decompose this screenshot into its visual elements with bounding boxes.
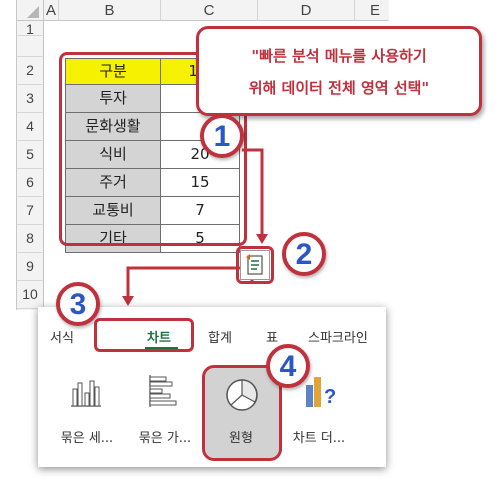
- tab-sparklines[interactable]: 스파크라인: [308, 327, 368, 346]
- quick-analysis-panel: 서식 차트 합계 표 스파크라인 ? 묶은 세... 묶은 가... 원형 차트…: [38, 307, 386, 467]
- tab-formatting[interactable]: 서식: [50, 327, 74, 346]
- quick-analysis-button[interactable]: [240, 250, 270, 280]
- clustered-column-chart-icon[interactable]: [68, 373, 104, 409]
- step-badge-2: 2: [282, 232, 326, 276]
- option-label-clustered-bar[interactable]: 묶은 가...: [132, 427, 198, 446]
- clustered-bar-chart-icon[interactable]: [146, 373, 182, 409]
- option-label-pie[interactable]: 원형: [208, 427, 274, 446]
- option-label-more-charts[interactable]: 차트 더...: [286, 427, 352, 446]
- tab-tables[interactable]: 표: [266, 327, 278, 346]
- step-badge-3: 3: [56, 282, 100, 326]
- more-charts-icon[interactable]: ?: [302, 373, 338, 409]
- svg-text:?: ?: [324, 386, 336, 408]
- pie-chart-icon[interactable]: [224, 377, 260, 413]
- option-label-clustered-column[interactable]: 묶은 세...: [54, 427, 120, 446]
- charts-tab-highlight: [94, 318, 194, 352]
- tab-totals[interactable]: 합계: [208, 327, 232, 346]
- quick-analysis-icon: [246, 254, 263, 275]
- step-badge-4: 4: [266, 344, 310, 388]
